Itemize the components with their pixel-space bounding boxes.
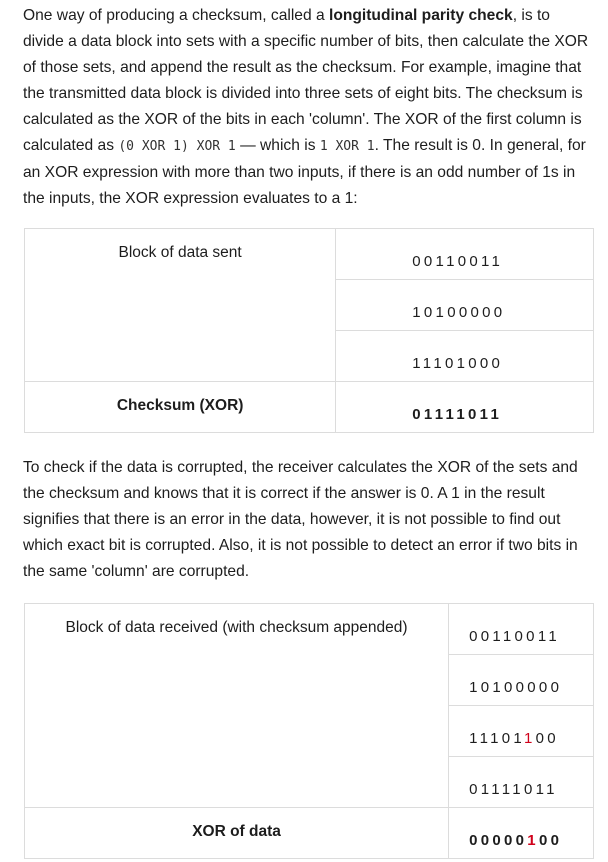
bits-cell: 10100000: [335, 279, 594, 331]
error-bit: 1: [527, 831, 539, 849]
bits-cell: 00110011: [448, 603, 594, 655]
bits-cell: 00000100: [448, 807, 594, 859]
table-row: Block of data sent 00110011: [23, 228, 594, 382]
bits-cell: 11101100: [448, 705, 594, 757]
checksum-label: Checksum (XOR): [116, 397, 244, 414]
data-received-table: Block of data received (with checksum ap…: [23, 603, 594, 859]
checksum-label-cell: Checksum (XOR): [23, 381, 337, 433]
received-bits-row-3: 11101100: [449, 716, 593, 747]
intro-text-3: — which is: [235, 137, 320, 154]
table-row: Block of data received (with checksum ap…: [23, 603, 594, 808]
bits-cell: 00110011: [335, 228, 594, 280]
code-xor-expression: (0 XOR 1) XOR 1: [118, 139, 236, 154]
received-bits-row-1: 00110011: [469, 627, 560, 645]
term-longitudinal-parity-check: longitudinal parity check: [328, 7, 513, 24]
data-received-label: Block of data received (with checksum ap…: [65, 619, 408, 636]
intro-text-2: , is to divide a data block into sets wi…: [23, 7, 589, 154]
bits-row-2: 10100000: [412, 303, 506, 321]
data-received-label-cell: Block of data received (with checksum ap…: [23, 603, 450, 808]
bits-part: 00: [538, 831, 563, 849]
bits-cell: 01111011: [335, 381, 594, 433]
received-bits-row-2: 10100000: [469, 678, 563, 696]
page: One way of producing a checksum, called …: [0, 0, 608, 862]
intro-text-1: One way of producing a checksum, called …: [23, 7, 329, 24]
bits-row-1: 00110011: [412, 252, 504, 270]
checksum-bits: 01111011: [412, 405, 503, 423]
intro-paragraph: One way of producing a checksum, called …: [23, 3, 595, 212]
bits-part: 00000: [469, 831, 528, 849]
data-sent-label: Block of data sent: [118, 244, 242, 261]
bits-part: 00: [535, 729, 559, 747]
received-checksum-bits: 01111011: [469, 780, 558, 798]
data-sent-table: Block of data sent 00110011 10100000 111…: [23, 228, 594, 433]
data-sent-label-cell: Block of data sent: [23, 228, 337, 382]
xor-of-data-label: XOR of data: [192, 823, 281, 840]
corrupted-bit: 1: [523, 729, 536, 747]
table-row: XOR of data 00000100: [23, 807, 594, 859]
bits-cell: 10100000: [448, 654, 594, 706]
table-row: Checksum (XOR) 01111011: [23, 381, 594, 433]
bits-cell: 01111011: [448, 756, 594, 808]
bits-cell: 11101000: [335, 330, 594, 382]
xor-result-bits: 00000100: [449, 818, 593, 849]
code-xor-result: 1 XOR 1: [319, 139, 375, 154]
bits-row-3: 11101000: [412, 354, 504, 372]
receiver-check-paragraph: To check if the data is corrupted, the r…: [23, 459, 578, 580]
bits-part: 11101: [469, 729, 524, 747]
xor-label-cell: XOR of data: [23, 807, 450, 859]
